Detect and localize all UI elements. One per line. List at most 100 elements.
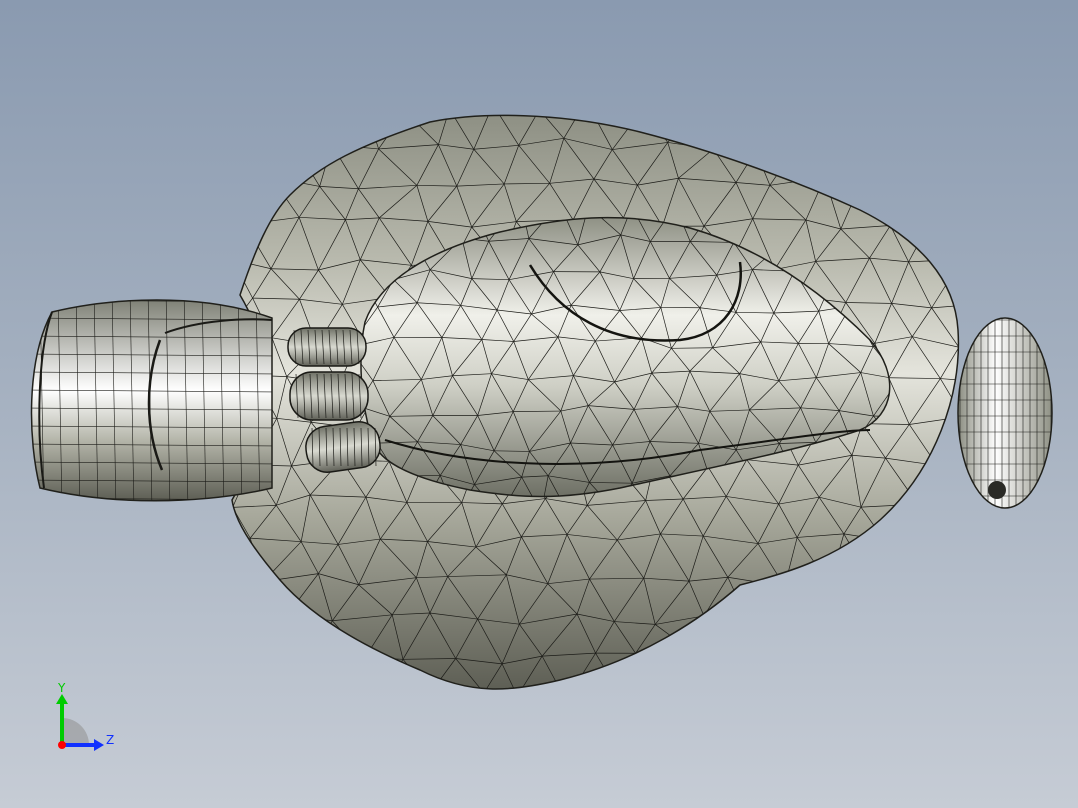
mesh-edge (962, 227, 980, 260)
mesh-edge (936, 465, 955, 498)
mesh-edge (323, 734, 367, 743)
mesh-edge (364, 102, 405, 111)
mesh-edge (230, 692, 244, 736)
mesh-edge (244, 658, 271, 690)
mesh-edge (899, 692, 918, 736)
mesh-edge (801, 652, 821, 690)
mesh-edge (692, 115, 714, 150)
mesh-edge (840, 138, 893, 145)
mesh-edge (270, 614, 288, 660)
z-axis-label: Z (106, 733, 114, 747)
mesh-edge (746, 585, 785, 618)
mesh-edge (343, 692, 384, 695)
mesh-edge (919, 545, 934, 582)
mesh-edge (955, 621, 959, 662)
mesh-edge (252, 581, 264, 624)
mesh-edge (929, 188, 959, 223)
mesh-edge (891, 144, 911, 188)
mesh-edge (824, 177, 862, 182)
mesh-edge (761, 694, 778, 737)
mesh-edge (247, 144, 295, 150)
mesh-edge (566, 694, 619, 701)
mesh-edge (232, 661, 245, 690)
mesh-edge (824, 138, 841, 178)
mesh-edge (826, 701, 849, 739)
mesh-edge (907, 660, 956, 666)
mesh-edge (294, 115, 318, 146)
mesh-edge (484, 693, 517, 696)
mesh-edge (919, 581, 941, 622)
mesh-edge (932, 497, 955, 546)
mesh-edge (263, 581, 288, 615)
mesh-edge (712, 694, 760, 701)
mesh-edge (890, 186, 911, 226)
mesh-edge (933, 149, 959, 190)
mesh-edge (912, 204, 936, 241)
mesh-edge (890, 221, 931, 226)
mesh-edge (985, 622, 1010, 657)
wrist-cylinder[interactable] (25, 290, 275, 510)
mesh-edge (829, 576, 869, 585)
mesh-edge (245, 692, 271, 743)
mesh-edge (287, 614, 315, 653)
mesh-edge (940, 580, 959, 622)
mesh-edge (802, 137, 841, 140)
mesh-edge (730, 617, 748, 653)
mesh-edge (827, 115, 841, 140)
mesh-edge (455, 736, 506, 744)
finger-top[interactable] (287, 327, 367, 367)
mesh-edge (275, 115, 296, 146)
mesh-edge (960, 580, 986, 621)
mesh-edge (692, 615, 705, 653)
mesh-edge (869, 616, 885, 660)
mesh-edge (711, 652, 732, 690)
mesh-edge (730, 651, 774, 660)
mesh-edge (899, 692, 940, 699)
mesh-edge (960, 737, 1005, 741)
mesh-edge (635, 651, 693, 654)
mesh-edge (252, 614, 288, 624)
mesh-edge (840, 115, 873, 140)
mesh-edge (978, 533, 1006, 578)
mesh-edge (450, 104, 493, 109)
mesh-edge (829, 584, 850, 622)
mesh-edge (861, 181, 911, 188)
mesh-edge (245, 692, 300, 695)
mesh-edge (918, 700, 940, 737)
mesh-edge (770, 102, 828, 110)
mesh-edge (232, 148, 248, 185)
finger-middle[interactable] (289, 371, 369, 421)
mesh-edge (666, 651, 693, 690)
mesh-edge (891, 143, 934, 150)
mesh-edge (872, 115, 893, 145)
mesh-edge (755, 115, 771, 151)
mesh-edge (760, 658, 775, 690)
mesh-edge (848, 616, 885, 623)
mesh-edge (917, 503, 934, 546)
z-axis-arrowhead (94, 739, 104, 751)
mesh-edge (619, 694, 667, 698)
mesh-edge (861, 143, 893, 182)
mesh-edge (232, 115, 248, 150)
mesh-model[interactable] (0, 0, 1078, 808)
cad-graphics-viewport[interactable]: Y Z (0, 0, 1078, 808)
mesh-edge (848, 692, 898, 700)
mesh-edge (644, 698, 667, 738)
mesh-edge (784, 586, 806, 626)
mesh-edge (363, 115, 379, 150)
mesh-edge (917, 496, 954, 505)
mesh-edge (713, 148, 756, 152)
mesh-edge (586, 101, 643, 108)
mesh-edge (907, 115, 935, 150)
mesh-edge (805, 624, 820, 653)
mesh-edge (692, 651, 713, 690)
mesh-edge (317, 100, 363, 102)
mesh-edge (884, 539, 933, 547)
mesh-edge (587, 737, 643, 740)
mesh-edge (244, 177, 272, 225)
mesh-edge (300, 695, 323, 743)
mesh-edge (270, 658, 301, 690)
end-cap-cylinder[interactable] (955, 310, 1056, 515)
mesh-edge (991, 261, 1008, 303)
mesh-edge (713, 115, 729, 150)
